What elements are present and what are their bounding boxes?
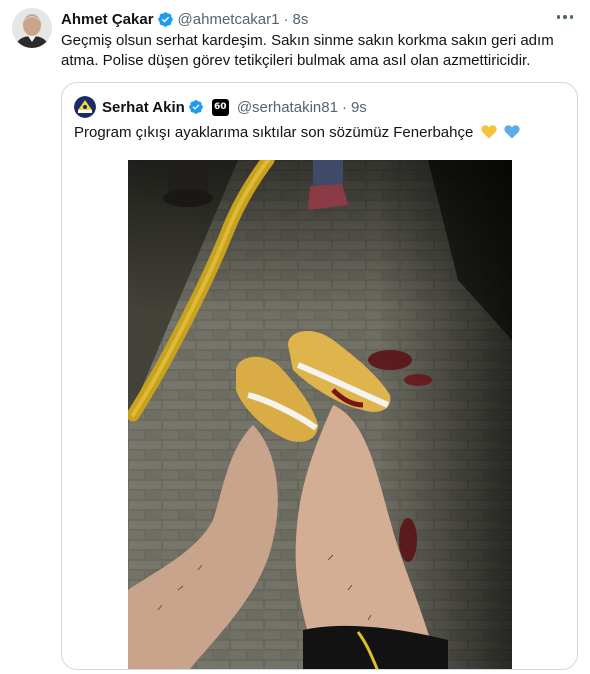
affiliate-badge-icon: 60 (211, 98, 229, 116)
verified-badge-icon (157, 11, 174, 28)
quoted-author-name[interactable]: Serhat Akin (102, 99, 185, 116)
quoted-author-avatar[interactable] (74, 96, 96, 118)
tweet-header: Ahmet Çakar @ahmetcakar1 · 8s (61, 9, 308, 29)
separator-dot: · (283, 10, 289, 28)
quoted-header: Serhat Akin 60 @serhatakin81 · 9s (102, 97, 367, 117)
quoted-tweet[interactable]: Serhat Akin 60 @serhatakin81 · 9s Progra… (61, 82, 578, 670)
quoted-tweet-text-line: Program çıkışı ayaklarıma sıktılar son s… (74, 123, 520, 143)
timestamp[interactable]: 8s (293, 11, 309, 28)
quoted-author-handle[interactable]: @serhatakin81 (237, 99, 338, 116)
quoted-timestamp[interactable]: 9s (351, 99, 367, 116)
attached-photo[interactable] (128, 160, 512, 669)
yellow-heart-icon (480, 124, 497, 139)
tweet[interactable]: Ahmet Çakar @ahmetcakar1 · 8s Geçmiş ols… (0, 0, 590, 674)
author-handle[interactable]: @ahmetcakar1 (178, 11, 280, 28)
quoted-tweet-text: Program çıkışı ayaklarıma sıktılar son s… (74, 124, 474, 141)
blue-heart-icon (504, 124, 520, 139)
tweet-text: Geçmiş olsun serhat kardeşim. Sakın sinm… (61, 32, 554, 69)
verified-badge-icon (188, 99, 204, 115)
separator-dot: · (341, 98, 347, 116)
author-avatar[interactable] (12, 8, 52, 48)
more-options-icon[interactable] (554, 8, 576, 26)
author-name[interactable]: Ahmet Çakar (61, 11, 154, 28)
